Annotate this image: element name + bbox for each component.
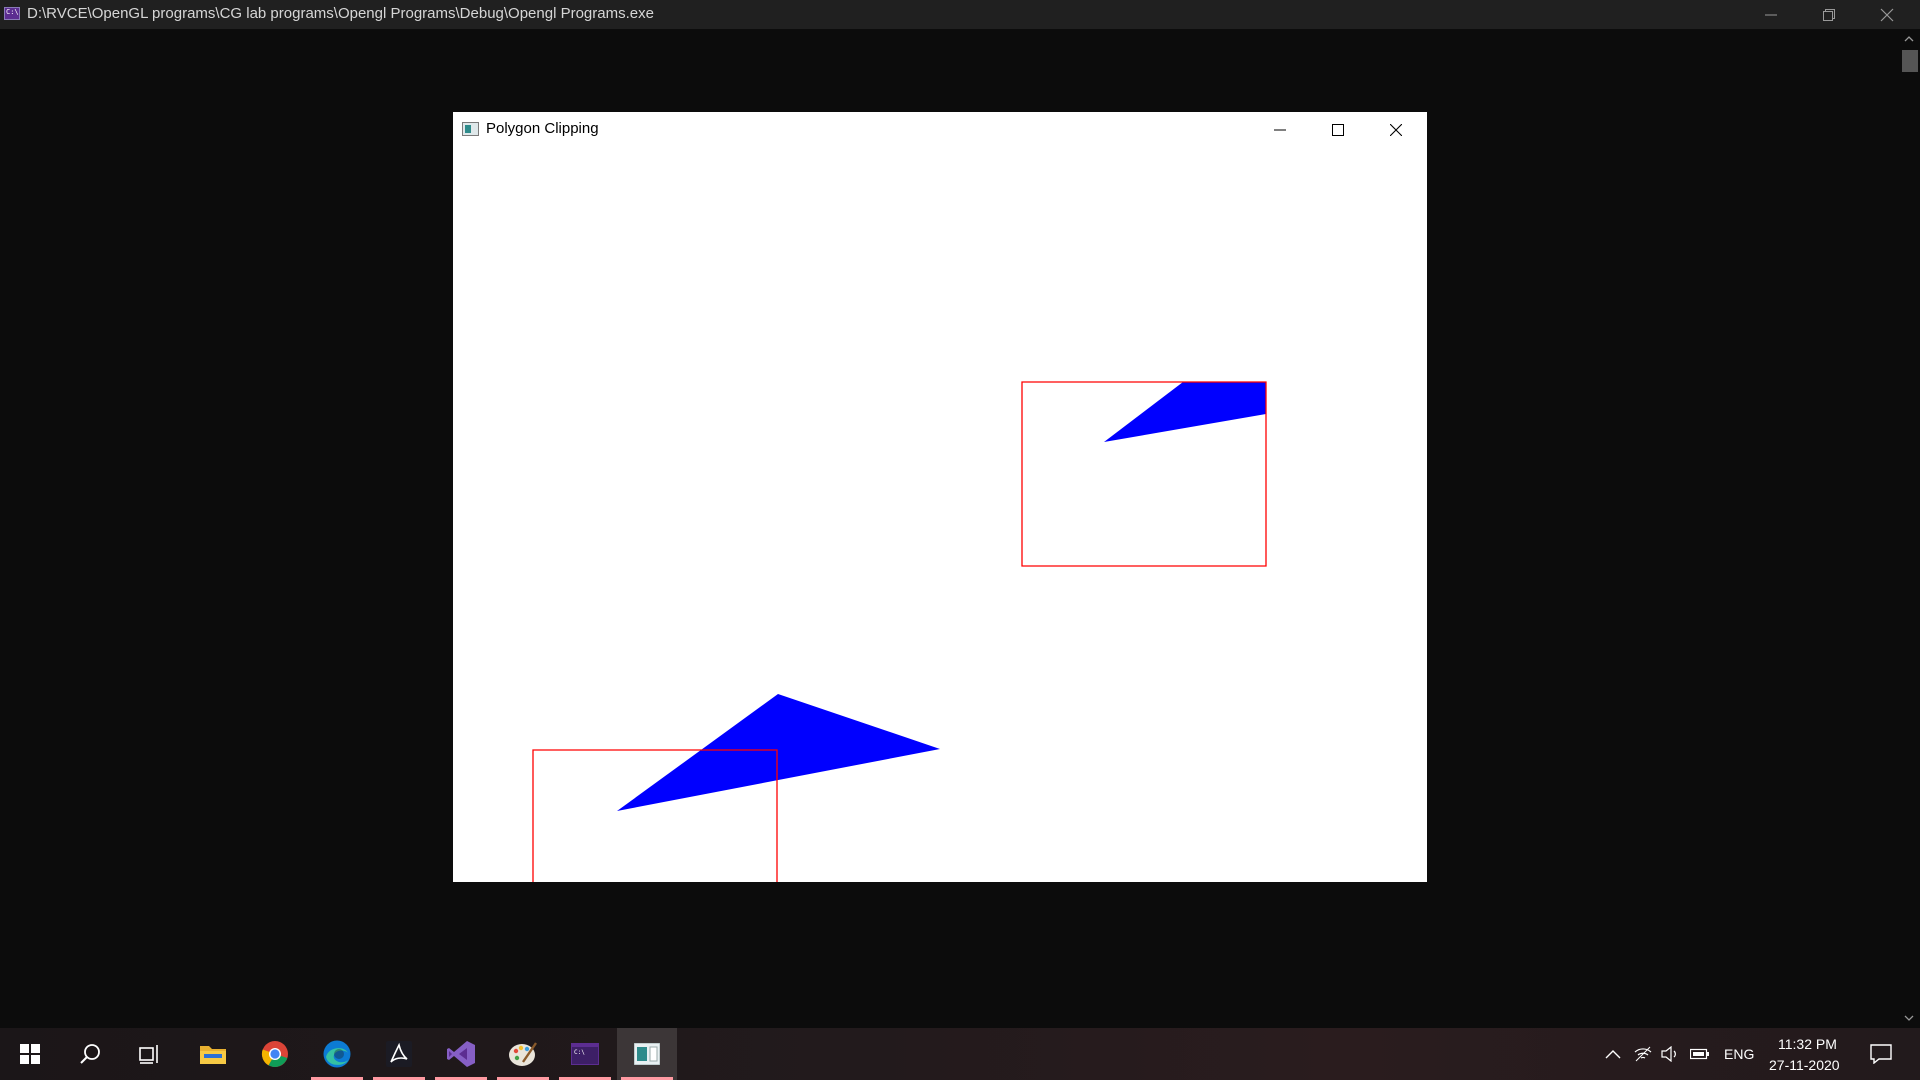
console-restore-button[interactable]: [1800, 0, 1858, 29]
restore-icon: [1823, 9, 1835, 21]
chevron-up-icon: [1605, 1050, 1621, 1059]
console-minimize-button[interactable]: [1742, 0, 1800, 29]
taskbar-polygon-clipping[interactable]: [617, 1028, 677, 1080]
task-view-button[interactable]: [120, 1028, 180, 1080]
close-icon: [1390, 124, 1402, 136]
acrobat-icon: [386, 1041, 412, 1067]
speaker-icon: [1661, 1046, 1676, 1062]
minimize-icon: [1274, 129, 1286, 131]
scroll-down-arrow-icon[interactable]: [1904, 1013, 1914, 1023]
taskbar-acrobat[interactable]: [369, 1028, 429, 1080]
gl-close-button[interactable]: [1367, 112, 1425, 147]
taskbar-edge[interactable]: [307, 1028, 367, 1080]
edge-icon: [323, 1040, 351, 1068]
tray-time[interactable]: 11:32 PM: [1778, 1036, 1837, 1052]
console-icon: C:\: [571, 1043, 599, 1065]
gl-window-title: Polygon Clipping: [486, 120, 599, 137]
taskbar-search-button[interactable]: [60, 1028, 120, 1080]
svg-text:C:\: C:\: [574, 1049, 585, 1056]
polygon-clipping-window[interactable]: Polygon Clipping: [453, 112, 1427, 882]
taskbar: C:\ ENG 11:32 PM 27-11-2020: [0, 1028, 1920, 1080]
taskbar-console[interactable]: C:\: [555, 1028, 615, 1080]
gl-maximize-button[interactable]: [1309, 112, 1367, 147]
visual-studio-icon: [447, 1041, 475, 1067]
console-app-icon-label: C:\: [6, 8, 19, 16]
taskbar-visual-studio[interactable]: [431, 1028, 491, 1080]
gl-canvas: [532, 381, 1267, 882]
chrome-icon: [261, 1041, 288, 1068]
wifi-icon: [1634, 1046, 1652, 1062]
tray-network[interactable]: [1630, 1028, 1656, 1080]
scroll-up-arrow-icon[interactable]: [1904, 34, 1914, 44]
console-scrollbar[interactable]: [1898, 29, 1920, 1028]
gl-title-bar[interactable]: Polygon Clipping: [453, 112, 1427, 147]
taskbar-paint[interactable]: [493, 1028, 553, 1080]
gl-minimize-button[interactable]: [1251, 112, 1309, 147]
opengl-window-icon: [462, 122, 479, 136]
taskbar-file-explorer[interactable]: [183, 1028, 243, 1080]
lower-clipped-polygon: [617, 694, 940, 811]
minimize-icon: [1765, 14, 1777, 16]
console-window-title: D:\RVCE\OpenGL programs\CG lab programs\…: [27, 5, 654, 22]
maximize-icon: [1332, 124, 1344, 136]
taskbar-chrome[interactable]: [245, 1028, 305, 1080]
close-icon: [1880, 8, 1894, 22]
tray-volume[interactable]: [1657, 1028, 1683, 1080]
console-scrollbar-thumb[interactable]: [1902, 50, 1918, 72]
tray-language[interactable]: ENG: [1724, 1046, 1754, 1062]
console-app-icon: C:\: [4, 7, 20, 20]
search-icon: [80, 1044, 100, 1064]
action-center-button[interactable]: [1866, 1028, 1896, 1080]
notification-icon: [1870, 1044, 1892, 1064]
start-button[interactable]: [0, 1028, 60, 1080]
windows-logo-icon: [20, 1044, 40, 1064]
console-close-button[interactable]: [1858, 0, 1916, 29]
upper-clipped-polygon: [1104, 382, 1266, 442]
tray-battery[interactable]: [1687, 1028, 1713, 1080]
battery-icon: [1690, 1048, 1709, 1060]
folder-icon: [200, 1046, 226, 1064]
paint-icon: [509, 1042, 537, 1066]
task-view-icon: [139, 1045, 158, 1064]
console-title-bar[interactable]: C:\ D:\RVCE\OpenGL programs\CG lab progr…: [0, 0, 1920, 29]
tray-date[interactable]: 27-11-2020: [1769, 1057, 1840, 1073]
tray-show-hidden-icons[interactable]: [1600, 1028, 1626, 1080]
opengl-window-icon: [634, 1043, 660, 1065]
